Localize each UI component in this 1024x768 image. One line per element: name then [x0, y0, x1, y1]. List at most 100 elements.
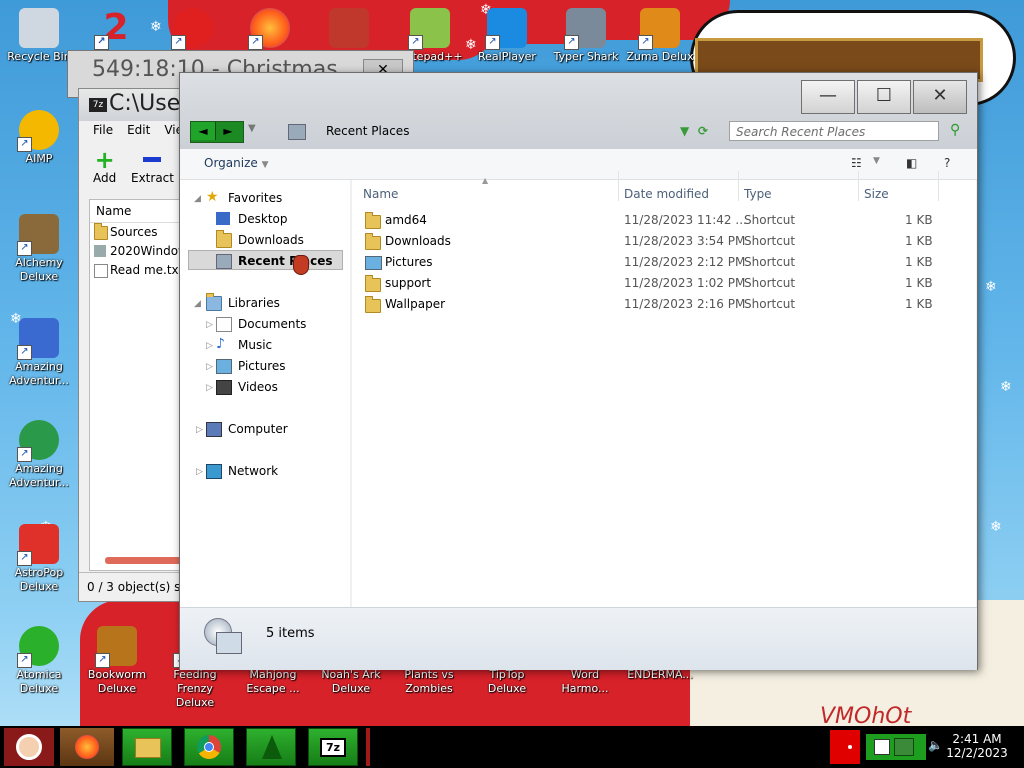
- libraries-icon: [206, 293, 222, 311]
- volume-icon[interactable]: 🔈: [928, 738, 943, 752]
- file-icon: [94, 245, 106, 257]
- computer-icon: [206, 422, 222, 437]
- desktop-icon-recycle-bin[interactable]: Recycle Bin: [1, 8, 77, 64]
- astropop-icon: ↗: [17, 524, 59, 566]
- desktop-icon-alchemy[interactable]: ↗ Alchemy Deluxe: [1, 214, 77, 284]
- folder-shortcut-icon: [365, 275, 381, 292]
- help-icon[interactable]: ?: [944, 156, 950, 170]
- recycle-bin-icon: [19, 8, 59, 48]
- column-size[interactable]: Size: [864, 185, 889, 203]
- minimize-button[interactable]: —: [801, 80, 855, 114]
- santa-start-icon[interactable]: [4, 728, 54, 766]
- view-dropdown-icon[interactable]: ▼: [873, 156, 880, 166]
- desktop-icon-amazing-adventures[interactable]: ↗ Amazing Adventur...: [1, 318, 77, 388]
- history-dropdown-icon[interactable]: ▼: [248, 123, 256, 134]
- scrollbar[interactable]: [105, 557, 189, 564]
- sevenzip-window[interactable]: 7z C:\Users FileEditView + Add Extract N…: [78, 88, 201, 602]
- desktop-icon-torii[interactable]: [311, 8, 387, 50]
- table-row[interactable]: Wallpaper 11/28/2023 2:16 PM Shortcut 1 …: [365, 294, 945, 315]
- aimp-icon: ↗: [17, 110, 59, 152]
- action-center-icon[interactable]: [874, 739, 890, 755]
- refresh-icon[interactable]: ⟳: [698, 118, 708, 144]
- table-row[interactable]: Downloads 11/28/2023 3:54 PM Shortcut 1 …: [365, 231, 945, 252]
- desktop-icon-amazing-adventures-2[interactable]: ↗ Amazing Adventur...: [1, 420, 77, 490]
- menu-edit[interactable]: Edit: [127, 123, 150, 137]
- sevenzip-add-button[interactable]: + Add: [93, 148, 116, 185]
- sevenzip-logo-icon: 7z: [89, 98, 107, 112]
- table-row[interactable]: amd64 11/28/2023 11:42 ... Shortcut 1 KB: [365, 210, 945, 231]
- network-status-icon[interactable]: [894, 738, 914, 756]
- forward-button[interactable]: ►: [216, 122, 240, 140]
- chrome-taskbar-button[interactable]: [184, 728, 234, 766]
- shark-icon: ↗: [564, 8, 606, 50]
- maximize-button[interactable]: ☐: [857, 80, 911, 114]
- recent-places-large-icon: [204, 618, 242, 656]
- two-icon: 2 ↗: [94, 8, 136, 50]
- desktop-icon-zuma[interactable]: ↗ Zuma Delux: [622, 8, 698, 64]
- clock-time: 2:41 AM: [952, 732, 1002, 746]
- explorer-window[interactable]: — ☐ ✕ ◄ ► ▼ Recent Places ▼ ⟳ Search Rece…: [179, 72, 978, 670]
- firefox-taskbar-button[interactable]: [60, 728, 114, 766]
- column-date-modified[interactable]: Date modified: [624, 185, 709, 203]
- address-dropdown-icon[interactable]: ▼: [680, 118, 689, 144]
- address-bar[interactable]: Recent Places ▼ ⟳: [256, 118, 719, 144]
- mouse-cursor-icon: [293, 255, 309, 275]
- back-button[interactable]: ◄: [191, 122, 216, 140]
- desktop-icon-firefox[interactable]: ↗: [232, 8, 308, 50]
- sevenzip-file-list[interactable]: Name Sources 2020Windows Read me.txt: [89, 199, 191, 571]
- desktop-icon-aimp[interactable]: ↗ AIMP: [1, 110, 77, 166]
- sevenzip-titlebar[interactable]: 7z C:\Users: [79, 89, 201, 121]
- view-options-icon[interactable]: ☷: [851, 156, 862, 170]
- amazing-adventures2-icon: ↗: [17, 420, 59, 462]
- text-file-icon: [94, 264, 108, 278]
- sevenzip-icon: 7z: [320, 738, 346, 757]
- videos-icon: [216, 380, 232, 395]
- desktop-icon-red-ball[interactable]: ↗: [155, 8, 231, 50]
- table-row[interactable]: Pictures 11/28/2023 2:12 PM Shortcut 1 K…: [365, 252, 945, 273]
- downloads-folder-icon: [365, 233, 381, 250]
- menu-file[interactable]: File: [93, 123, 113, 137]
- desktop-icon-astropop[interactable]: ↗ AstroPop Deluxe: [1, 524, 77, 594]
- navigation-pane: ◢ ★ Favorites Desktop Downloads Recent Pl…: [180, 180, 350, 607]
- organize-button[interactable]: Organize ▼: [204, 156, 269, 170]
- desktop-icon-typer-shark[interactable]: ↗ Typer Shark: [548, 8, 624, 64]
- atomica-icon: ↗: [17, 626, 59, 668]
- clock[interactable]: 2:41 AM 12/2/2023: [946, 732, 1008, 760]
- close-button[interactable]: ✕: [913, 80, 967, 114]
- column-name[interactable]: Name: [363, 185, 398, 203]
- desktop-icon-realplayer[interactable]: ↗ RealPlayer: [469, 8, 545, 64]
- xmas-tree-taskbar-button[interactable]: [246, 728, 296, 766]
- sort-ascending-icon: ▲: [482, 176, 489, 185]
- desktop-icon-atomica[interactable]: ↗ Atomica Deluxe: [1, 626, 77, 696]
- list-item[interactable]: Read me.txt: [90, 261, 190, 280]
- recent-places-icon: [216, 254, 232, 269]
- firefox-icon: [75, 735, 99, 759]
- list-item[interactable]: Sources: [90, 223, 190, 242]
- desktop-icon-bookworm[interactable]: ↗ Bookworm Deluxe: [79, 626, 155, 696]
- sevenzip-menubar: FileEditView: [79, 123, 193, 143]
- list-item[interactable]: 2020Windows: [90, 242, 190, 261]
- column-type[interactable]: Type: [744, 185, 772, 203]
- show-hidden-icons-button[interactable]: [830, 730, 860, 764]
- documents-icon: [216, 317, 232, 332]
- table-row[interactable]: support 11/28/2023 1:02 PM Shortcut 1 KB: [365, 273, 945, 294]
- preview-pane-icon[interactable]: ◧: [906, 156, 917, 170]
- alchemy-icon: ↗: [17, 214, 59, 256]
- nav-buttons: ◄ ►: [190, 121, 244, 143]
- desktop-icon-2[interactable]: 2 ↗: [78, 8, 154, 50]
- details-pane: 5 items: [180, 607, 977, 670]
- sevenzip-taskbar-button[interactable]: 7z: [308, 728, 358, 766]
- search-icon[interactable]: ⚲: [950, 122, 960, 138]
- pictures-icon: [216, 359, 232, 374]
- folder-icon: [94, 223, 108, 240]
- notepadpp-icon: ↗: [408, 8, 450, 50]
- sevenzip-name-column[interactable]: Name: [90, 200, 190, 223]
- explorer-taskbar-button[interactable]: [122, 728, 172, 766]
- realplayer-icon: ↗: [485, 8, 527, 50]
- zuma-icon: ↗: [638, 8, 680, 50]
- address-text: Recent Places: [326, 124, 410, 138]
- search-input[interactable]: Search Recent Places: [729, 121, 939, 141]
- desktop-icon: [216, 212, 230, 225]
- sevenzip-extract-button[interactable]: Extract: [131, 149, 174, 185]
- minus-icon: [143, 157, 162, 162]
